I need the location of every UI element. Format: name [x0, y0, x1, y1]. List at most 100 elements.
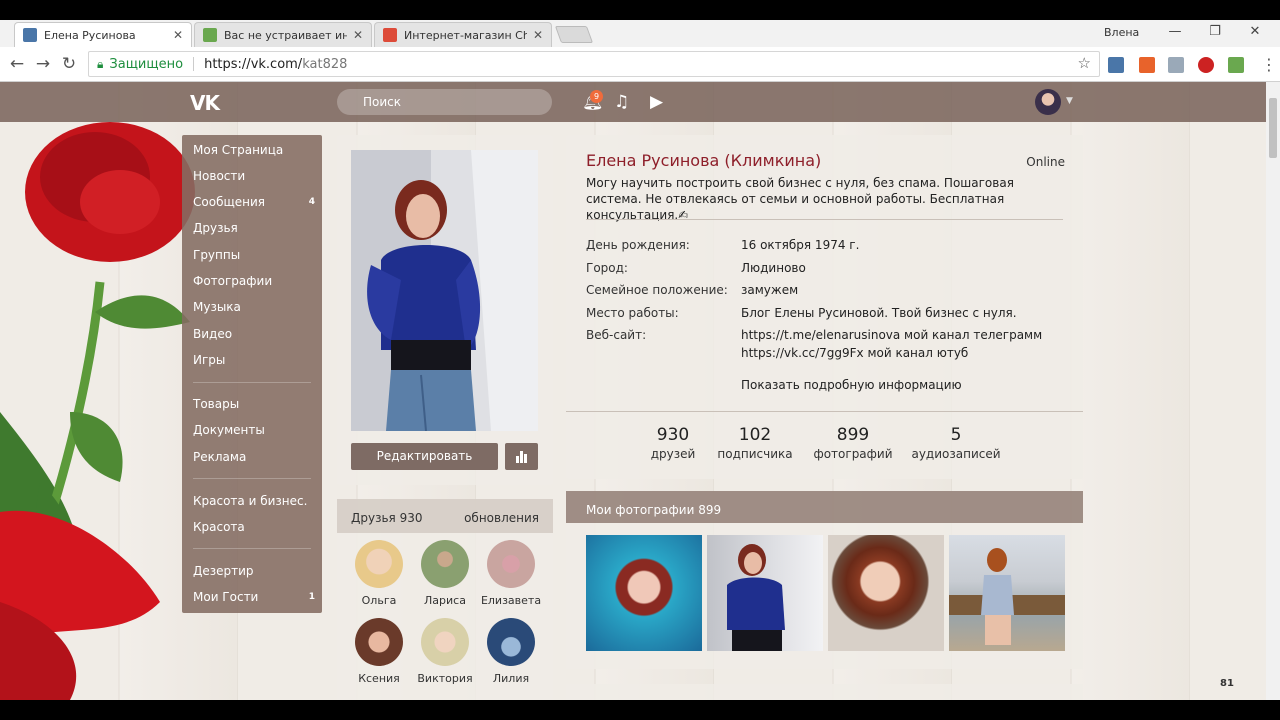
reload-icon[interactable]: ↻: [58, 53, 80, 75]
show-more-link[interactable]: Показать подробную информацию: [741, 378, 962, 392]
url-host: https://vk.com/: [204, 56, 303, 72]
photo-thumbnail[interactable]: [586, 535, 702, 651]
tab-vk-profile[interactable]: Елена Русинова ✕: [14, 22, 192, 47]
lock-icon: 🔒︎: [97, 56, 104, 71]
close-tab-icon[interactable]: ✕: [353, 28, 363, 42]
photo-thumbnail[interactable]: [707, 535, 823, 651]
profile-photo[interactable]: [351, 150, 538, 431]
menu-item-deserter[interactable]: Дезертир: [193, 564, 254, 578]
birthday-value[interactable]: 16 октября 1974 г.: [741, 238, 859, 252]
friends-header[interactable]: Друзья 930 обновления: [337, 499, 553, 533]
browser-tab-bar: Елена Русинова ✕ Вас не устраивает интер…: [0, 20, 1280, 47]
photo-thumbnail[interactable]: [949, 535, 1065, 651]
avatar[interactable]: [1035, 89, 1061, 115]
menu-item-games[interactable]: Игры: [193, 353, 225, 367]
profile-status[interactable]: Могу научить построить свой бизнес с нул…: [586, 175, 1056, 223]
menu-item-beauty-business[interactable]: Красота и бизнес.: [193, 494, 307, 508]
friend-item[interactable]: Виктория: [413, 618, 477, 685]
menu-item-music[interactable]: Музыка: [193, 300, 241, 314]
minimize-icon[interactable]: —: [1160, 24, 1190, 42]
messages-count: 4: [308, 197, 315, 207]
edit-profile-button[interactable]: Редактировать: [351, 443, 498, 470]
profile-name[interactable]: Влена: [1104, 26, 1139, 39]
menu-divider: [193, 382, 311, 383]
avatar: [487, 540, 535, 588]
bookmark-star-icon[interactable]: ☆: [1078, 54, 1091, 72]
friend-item[interactable]: Лариса: [413, 540, 477, 607]
menu-item-goods[interactable]: Товары: [193, 397, 239, 411]
close-window-icon[interactable]: ✕: [1240, 24, 1270, 42]
screen-bottom-bar: [0, 700, 1280, 720]
close-tab-icon[interactable]: ✕: [533, 28, 543, 42]
menu-item-my-page[interactable]: Моя Страница: [193, 143, 283, 157]
online-friends-count[interactable]: 81: [1220, 678, 1234, 689]
music-icon[interactable]: ♫: [614, 92, 629, 112]
pepper-extension-icon[interactable]: [1198, 57, 1214, 73]
friends-title[interactable]: Друзья 930: [351, 511, 422, 525]
birthday-label: День рождения:: [586, 238, 690, 252]
friend-item[interactable]: Елизавета: [479, 540, 543, 607]
audio-counter[interactable]: 5 аудиозаписей: [911, 425, 1001, 461]
tab-chrome-store[interactable]: Интернет-магазин Chrc ✕: [374, 22, 552, 47]
city-value[interactable]: Людиново: [741, 261, 806, 275]
website-link[interactable]: https://vk.cc/7gg9Fx мой канал ютуб: [741, 346, 968, 360]
tab-second[interactable]: Вас не устраивает интер ✕: [194, 22, 372, 47]
vk-favicon-icon: [23, 28, 37, 42]
wall-block: [566, 684, 1083, 700]
menu-item-my-guests[interactable]: Мои Гости: [193, 590, 258, 604]
website-link[interactable]: https://t.me/elenarusinova мой канал тел…: [741, 328, 1042, 342]
avatar: [421, 618, 469, 666]
menu-item-ads[interactable]: Реклама: [193, 450, 246, 464]
address-bar[interactable]: 🔒︎ Защищено https://vk.com/kat828 ☆: [88, 51, 1100, 77]
friend-name: Елизавета: [480, 594, 542, 607]
friend-name: Виктория: [417, 672, 473, 685]
relationship-label: Семейное положение:: [586, 283, 728, 297]
menu-item-photos[interactable]: Фотографии: [193, 274, 272, 288]
new-tab-button[interactable]: [554, 26, 594, 43]
maximize-icon[interactable]: ❐: [1200, 24, 1230, 42]
menu-item-video[interactable]: Видео: [193, 327, 232, 341]
work-value[interactable]: Блог Елены Русиновой. Твой бизнес с нуля…: [741, 306, 1017, 320]
friend-name: Лариса: [424, 594, 466, 607]
stats-button[interactable]: [505, 443, 538, 470]
menu-item-messages[interactable]: Сообщения: [193, 195, 265, 209]
work-label: Место работы:: [586, 306, 679, 320]
photos-header[interactable]: Мои фотографии 899: [566, 491, 1083, 523]
relationship-value: замужем: [741, 283, 799, 297]
extension-icon[interactable]: [1228, 57, 1244, 73]
vk-extension-icon[interactable]: [1108, 57, 1124, 73]
back-icon[interactable]: ←: [6, 53, 28, 75]
counter-label: аудиозаписей: [911, 447, 1001, 461]
forward-icon[interactable]: →: [32, 53, 54, 75]
counter-number: 102: [738, 425, 772, 445]
play-icon[interactable]: ▶: [650, 92, 663, 112]
scrollbar-thumb[interactable]: [1269, 98, 1277, 158]
photos-title[interactable]: Мои фотографии 899: [586, 503, 721, 517]
secure-label: Защищено: [109, 56, 184, 72]
photo-thumbnail[interactable]: [828, 535, 944, 651]
extension-icon[interactable]: [1139, 57, 1155, 73]
menu-item-news[interactable]: Новости: [193, 169, 245, 183]
friends-counter[interactable]: 930 друзей: [628, 425, 718, 461]
menu-item-beauty[interactable]: Красота: [193, 520, 245, 534]
friend-name: Лилия: [492, 672, 530, 685]
url-path: kat828: [302, 56, 348, 72]
close-tab-icon[interactable]: ✕: [173, 28, 183, 42]
followers-counter[interactable]: 102 подписчика: [710, 425, 800, 461]
friend-item[interactable]: Ксения: [347, 618, 411, 685]
chevron-down-icon[interactable]: ▼: [1066, 96, 1073, 106]
friend-item[interactable]: Лилия: [479, 618, 543, 685]
menu-item-friends[interactable]: Друзья: [193, 221, 238, 235]
photos-counter[interactable]: 899 фотографий: [808, 425, 898, 461]
friend-item[interactable]: Ольга: [347, 540, 411, 607]
friends-updates-link[interactable]: обновления: [464, 511, 539, 525]
menu-item-documents[interactable]: Документы: [193, 423, 265, 437]
menu-item-groups[interactable]: Группы: [193, 248, 240, 262]
toolbar: ← → ↻ 🔒︎ Защищено https://vk.com/kat828 …: [0, 47, 1280, 82]
scrollbar[interactable]: [1266, 82, 1280, 700]
vk-logo[interactable]: VK: [190, 91, 220, 115]
chrome-menu-icon[interactable]: ⋮: [1261, 55, 1277, 74]
search-input[interactable]: Поиск: [337, 89, 552, 115]
vk-extension-icon[interactable]: [1168, 57, 1184, 73]
friends-block: Друзья 930 обновления Ольга Лариса Елиза…: [337, 499, 553, 700]
